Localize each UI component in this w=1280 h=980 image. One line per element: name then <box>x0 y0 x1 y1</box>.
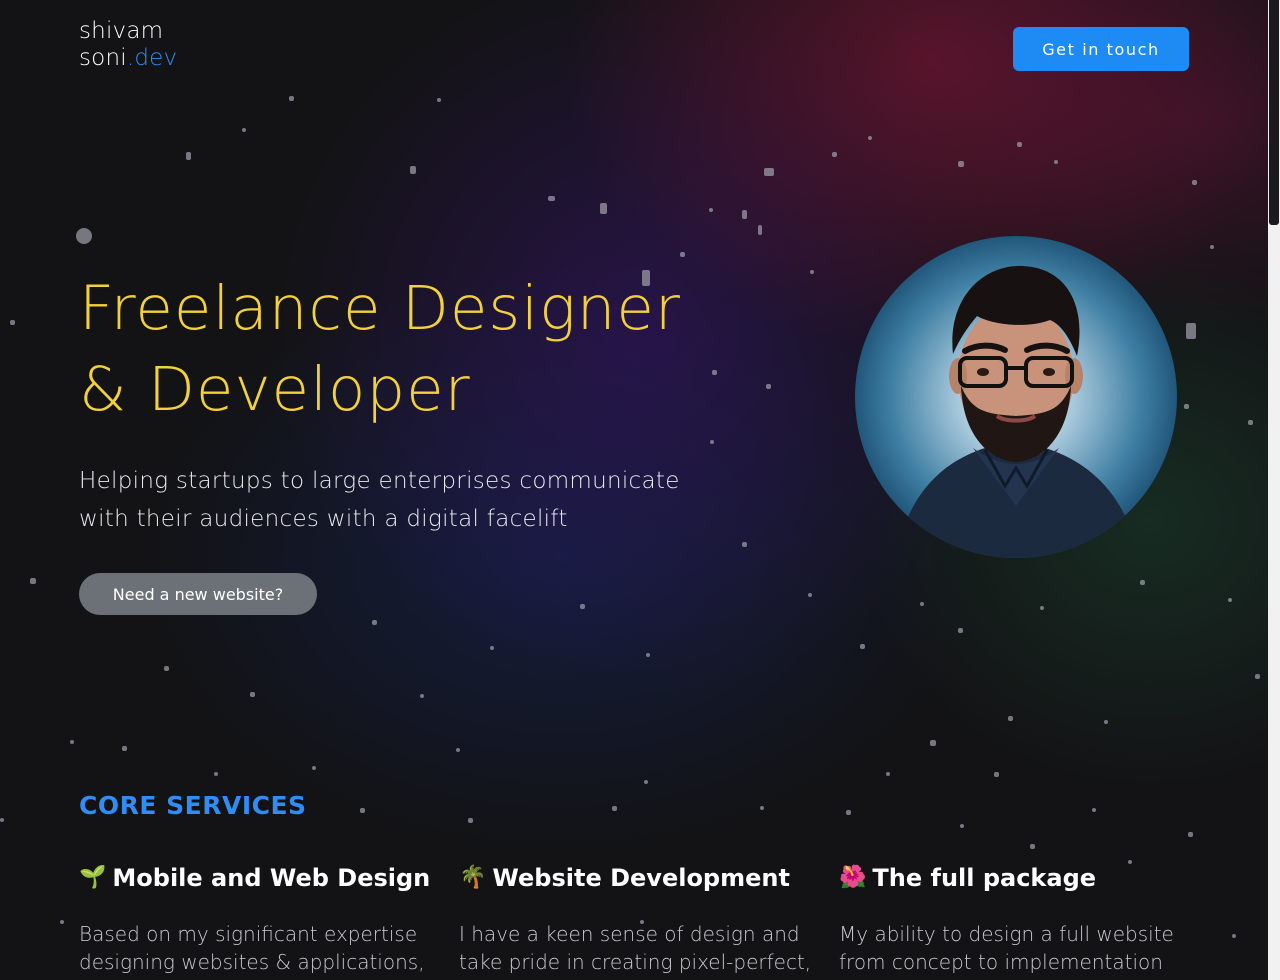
headline-line-2: & Developer <box>79 354 471 425</box>
logo-name: soni <box>79 45 127 71</box>
service-desc-line-1: Based on my significant expertise <box>79 922 418 946</box>
service-desc-line-1: My ability to design a full website <box>839 922 1174 946</box>
service-desc-line-2: from concept to implementation <box>839 950 1163 974</box>
headline-line-1: Freelance Designer <box>79 273 681 344</box>
subhead-line-2: with their audiences with a digital face… <box>79 506 568 532</box>
seedling-icon: 🌱 <box>79 865 107 890</box>
subhead-line-1: Helping startups to large enterprises co… <box>79 468 680 494</box>
service-card-development: 🌴 Website Development I have a keen sens… <box>459 862 819 976</box>
service-title: 🌺 The full package <box>839 862 1199 894</box>
service-description: Based on my significant expertise design… <box>79 920 439 976</box>
service-desc-line-2: take pride in creating pixel-perfect, <box>459 950 812 974</box>
logo-line-1: shivam <box>79 18 164 44</box>
profile-portrait-illustration <box>895 265 1140 558</box>
logo-line-2: soni.dev <box>79 45 177 72</box>
service-title-text: Mobile and Web Design <box>112 864 431 892</box>
palm-tree-icon: 🌴 <box>459 865 487 890</box>
service-title-text: The full package <box>872 864 1097 892</box>
service-title: 🌴 Website Development <box>459 862 819 894</box>
service-title: 🌱 Mobile and Web Design <box>79 862 439 894</box>
service-card-full-package: 🌺 The full package My ability to design … <box>839 862 1199 976</box>
hero-headline: Freelance Designer & Developer <box>79 268 799 430</box>
service-description: I have a keen sense of design and take p… <box>459 920 819 976</box>
page-scrollbar-thumb[interactable] <box>1269 0 1279 225</box>
service-title-text: Website Development <box>492 864 790 892</box>
service-desc-line-1: I have a keen sense of design and <box>459 922 800 946</box>
site-logo[interactable]: shivam soni.dev <box>79 18 177 72</box>
core-services-heading: CORE SERVICES <box>79 791 307 820</box>
need-new-website-button[interactable]: Need a new website? <box>79 573 317 615</box>
hibiscus-icon: 🌺 <box>839 865 867 890</box>
service-description: My ability to design a full website from… <box>839 920 1199 976</box>
service-desc-line-2: designing websites & applications, <box>79 950 425 974</box>
hero-subheading: Helping startups to large enterprises co… <box>79 462 739 538</box>
get-in-touch-button[interactable]: Get in touch <box>1013 27 1189 71</box>
service-card-design: 🌱 Mobile and Web Design Based on my sign… <box>79 862 439 976</box>
logo-domain: .dev <box>126 45 178 71</box>
profile-avatar <box>855 236 1177 558</box>
